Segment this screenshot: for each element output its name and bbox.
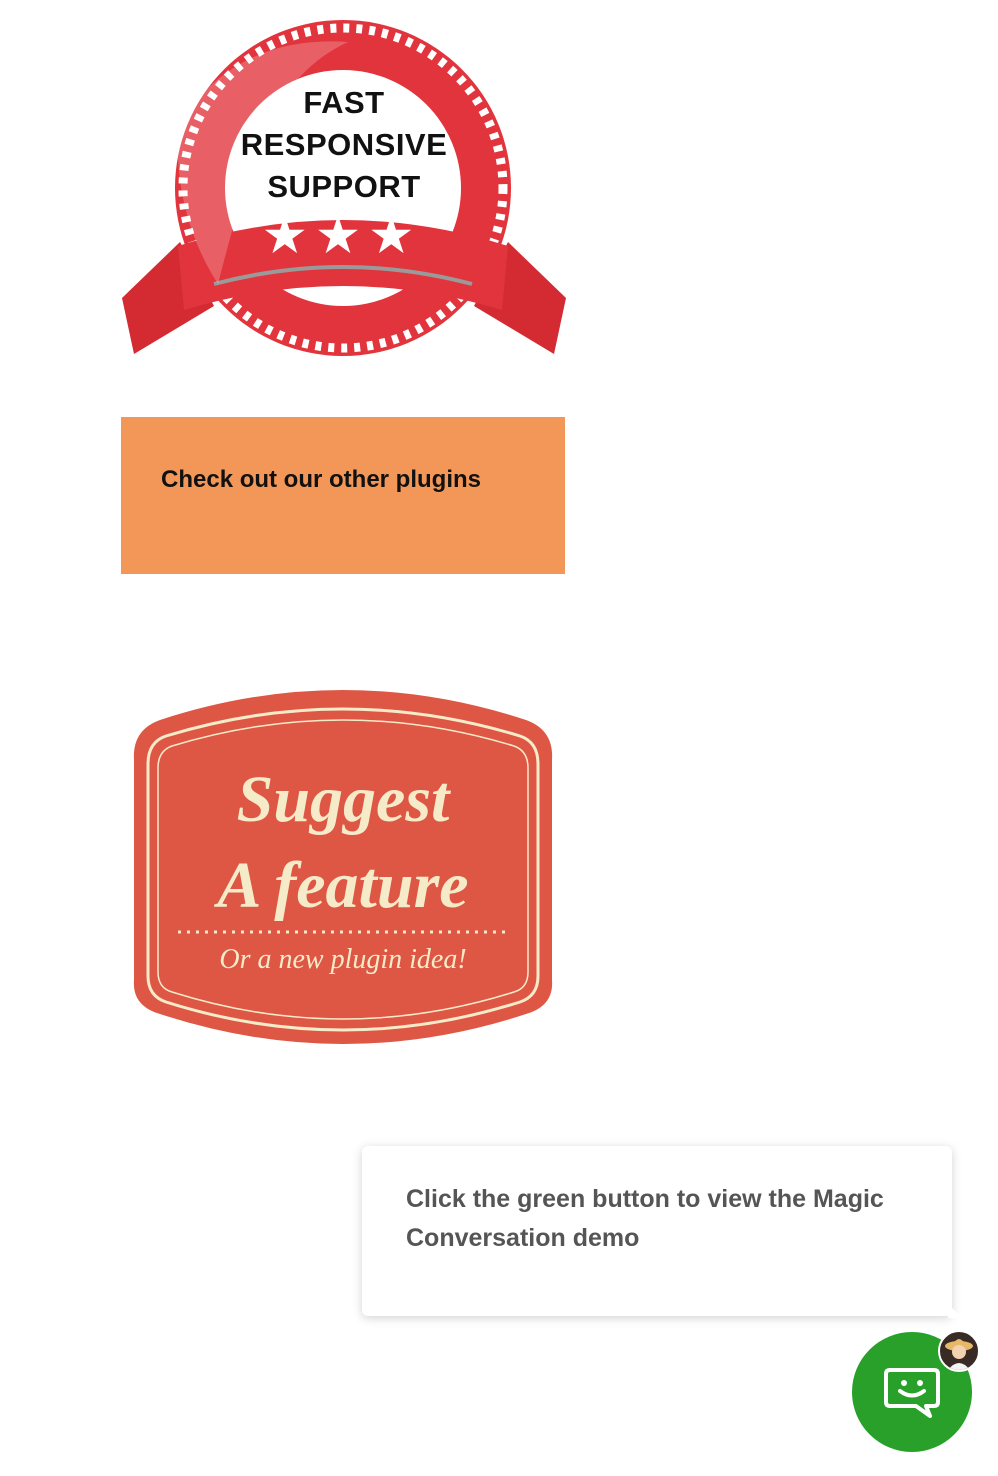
other-plugins-banner[interactable]: Check out our other plugins	[121, 417, 565, 574]
suggest-tagline: Or a new plugin idea!	[219, 944, 467, 975]
chat-message-text: Click the green button to view the Magic…	[406, 1185, 884, 1252]
support-line-support: SUPPORT	[267, 169, 421, 204]
suggest-subtitle: A feature	[217, 849, 469, 922]
chat-smile-icon	[884, 1368, 940, 1418]
chat-message-bubble[interactable]: Click the green button to view the Magic…	[362, 1146, 962, 1318]
suggest-title: Suggest	[236, 763, 450, 836]
support-badge: FAST RESPONSIVE SUPPORT ★★★	[118, 14, 570, 360]
other-plugins-link[interactable]: Check out our other plugins	[161, 466, 481, 494]
agent-avatar-icon[interactable]	[938, 1330, 980, 1372]
stars-icon: ★★★	[264, 209, 424, 261]
agent-avatar-graphic	[945, 1339, 973, 1370]
bubble-tail	[948, 1304, 962, 1318]
support-line-fast: FAST	[303, 85, 385, 120]
support-line-responsive: RESPONSIVE	[240, 127, 448, 162]
page: FAST RESPONSIVE SUPPORT ★★★ Check out ou…	[0, 0, 998, 1476]
suggest-feature-badge[interactable]: Suggest A feature Or a new plugin idea!	[130, 680, 556, 1050]
